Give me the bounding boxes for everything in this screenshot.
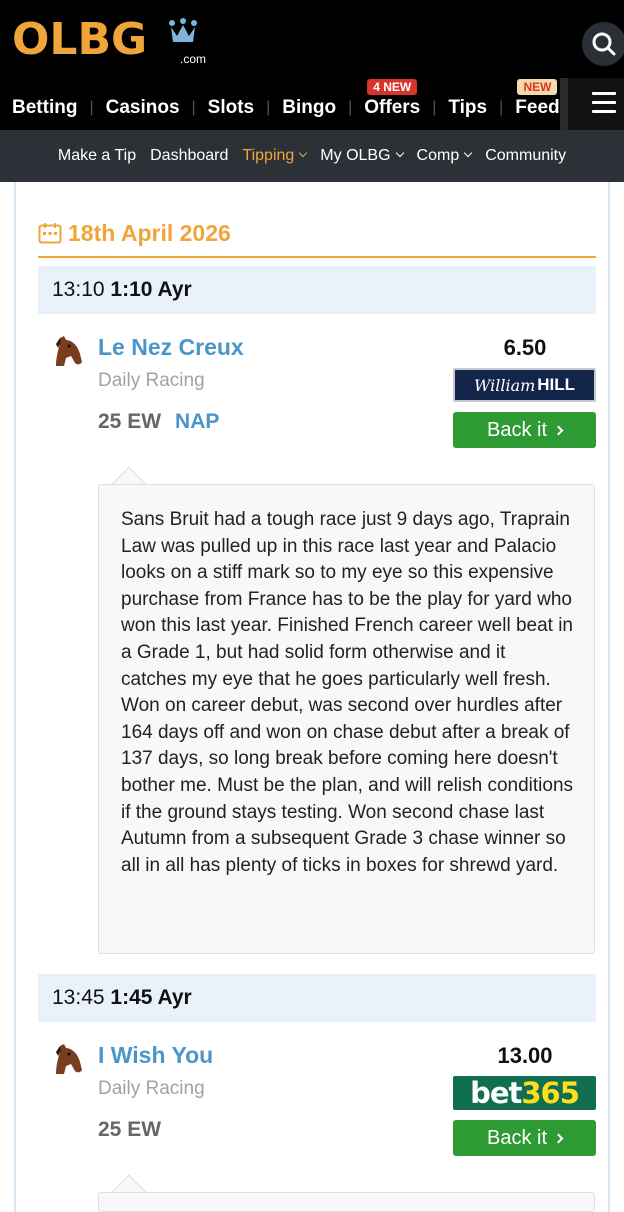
race-header: 13:45 1:45 Ayr [38,974,596,1022]
olbg-logo[interactable]: OLBG [12,18,147,62]
nav-slots[interactable]: Slots [196,97,266,119]
stake-amount: 25 EW [98,410,162,433]
william-hill-logo[interactable]: William HILL [453,368,596,402]
stake-info: 25 EW NAP [98,410,219,434]
tip-date: 18th April 2026 [68,220,231,246]
chevron-down-icon [463,148,473,158]
offers-new-badge: 4 NEW [367,79,418,95]
site-header: OLBG .com Betting | Casinos | Slots | Bi… [0,0,624,130]
horse-name[interactable]: Le Nez Creux [98,334,244,361]
race-time: 13:45 [52,986,105,1009]
subnav-my-olbg[interactable]: My OLBG [313,147,409,165]
chevron-down-icon [299,148,308,158]
feed-new-badge: NEW [517,79,558,95]
chevron-right-icon [553,425,564,435]
tip-comment [98,1192,595,1212]
sub-nav: Make a Tip Dashboard Tipping My OLBG Com… [0,130,624,182]
race-name[interactable]: 1:45 Ayr [110,986,191,1009]
nav-casinos[interactable]: Casinos [94,97,192,119]
stake-info: 25 EW [98,1118,161,1142]
nav-betting[interactable]: Betting [0,97,89,119]
odds-value: 13.00 [497,1043,553,1068]
tip-source: Daily Racing [98,1078,205,1099]
subnav-tipping[interactable]: Tipping [235,147,313,165]
nav-offers[interactable]: 4 NEW Offers [352,79,432,119]
subnav-comp[interactable]: Comp [410,147,479,165]
subnav-community[interactable]: Community [478,147,573,165]
chevron-down-icon [395,148,404,158]
horse-head-icon [56,1044,82,1074]
nav-tips[interactable]: Tips [436,97,499,119]
tip-comment: Sans Bruit had a tough race just 9 days … [98,484,595,954]
tip-source: Daily Racing [98,370,205,391]
nap-badge: NAP [175,410,220,433]
horse-name[interactable]: I Wish You [98,1042,213,1069]
calendar-icon [38,223,62,244]
bet365-logo[interactable]: bet365 [453,1076,596,1110]
odds-value: 6.50 [503,335,547,360]
hamburger-menu-icon[interactable] [592,92,616,114]
main-nav: Betting | Casinos | Slots | Bingo | 4 NE… [0,79,560,128]
subnav-make-tip[interactable]: Make a Tip [51,147,143,165]
nav-bingo[interactable]: Bingo [270,97,348,119]
chevron-right-icon [553,1133,564,1143]
subnav-dashboard[interactable]: Dashboard [143,147,235,165]
back-it-button[interactable]: Back it [453,412,596,448]
race-time: 13:10 [52,278,105,301]
horse-head-icon [56,336,82,366]
search-button[interactable] [582,22,624,66]
crown-icon [169,18,197,42]
logo-domain-suffix: .com [180,52,207,66]
race-header: 13:10 1:10 Ayr [38,266,596,314]
date-heading: 18th April 2026 [38,220,596,258]
race-name[interactable]: 1:10 Ayr [110,278,191,301]
stake-amount: 25 EW [98,1118,162,1141]
back-it-button[interactable]: Back it [453,1120,596,1156]
search-icon [592,32,616,56]
